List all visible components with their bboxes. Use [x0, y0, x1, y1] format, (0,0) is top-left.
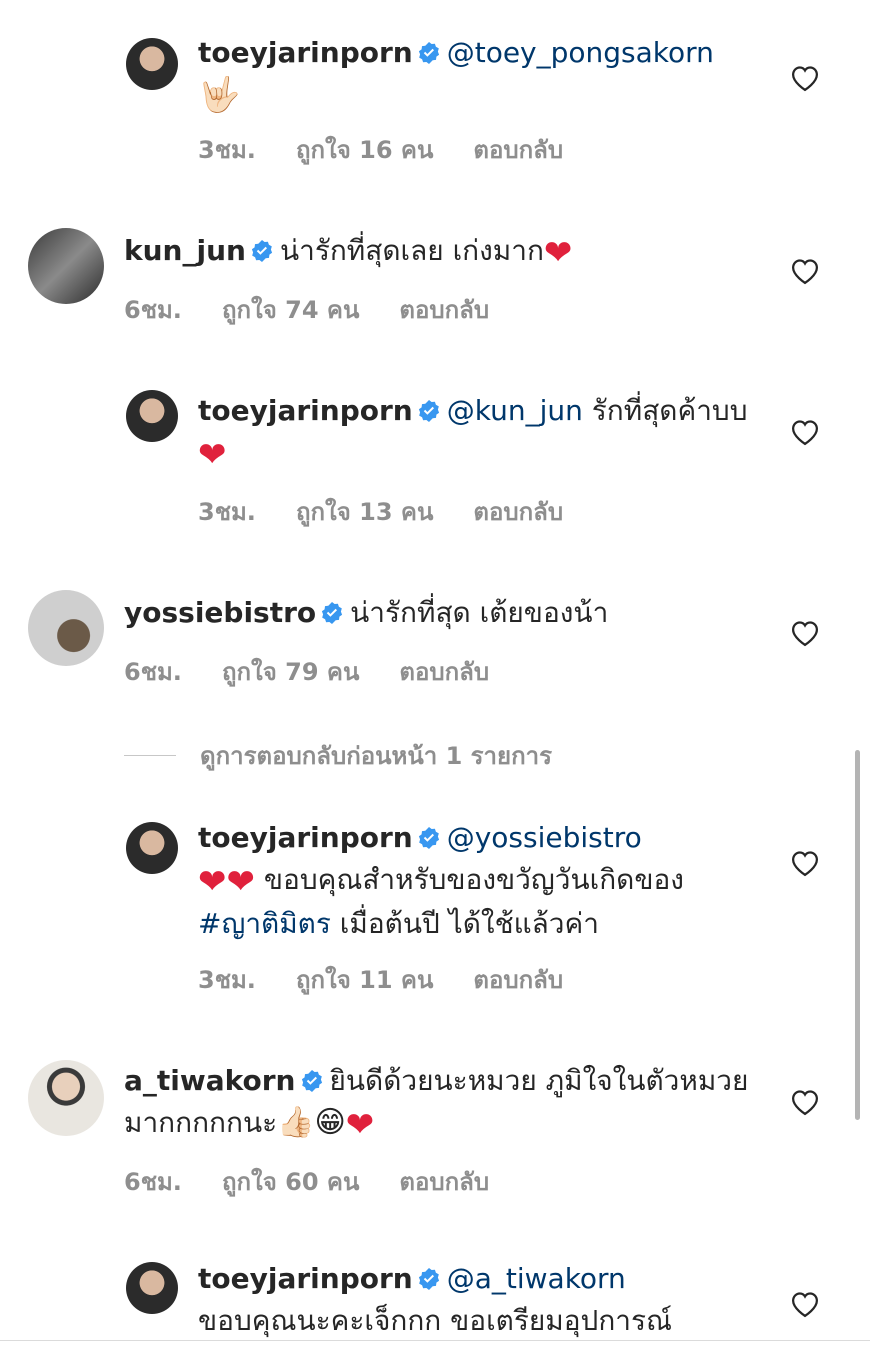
timestamp: 6ชม.: [124, 296, 182, 324]
reply-button[interactable]: ตอบกลับ: [473, 966, 563, 994]
bottom-divider: [0, 1340, 870, 1341]
avatar[interactable]: [28, 1060, 104, 1136]
verified-badge-icon: [250, 239, 274, 263]
verified-badge-icon: [320, 601, 344, 625]
mention-link[interactable]: @a_tiwakorn: [447, 1262, 626, 1295]
like-heart-icon[interactable]: [790, 849, 820, 877]
username[interactable]: toeyjarinporn: [198, 36, 413, 69]
username[interactable]: toeyjarinporn: [198, 1262, 413, 1295]
comment-text: ขอบคุณสำหรับของขวัญวันเกิดของ: [254, 863, 684, 896]
view-previous-replies[interactable]: ดูการตอบกลับก่อนหน้า 1 รายการ: [124, 736, 552, 775]
avatar[interactable]: [126, 38, 178, 90]
comment-meta: 3ชม. ถูกใจ 13 คน ตอบกลับ: [198, 492, 603, 531]
timestamp: 3ชม.: [198, 966, 256, 994]
view-previous-label: ดูการตอบกลับก่อนหน้า 1 รายการ: [200, 742, 552, 770]
comment-meta: 3ชม. ถูกใจ 11 คน ตอบกลับ: [198, 960, 603, 999]
comment-text-end: เมื่อต้นปี ได้ใช้แล้วค่า: [330, 907, 599, 940]
timestamp: 3ชม.: [198, 136, 256, 164]
red-heart-emoji: ❤: [198, 435, 227, 475]
scrollbar[interactable]: [855, 750, 860, 1120]
red-heart-emoji: ❤: [543, 233, 573, 273]
like-heart-icon[interactable]: [790, 1088, 820, 1116]
likes-count[interactable]: ถูกใจ 13 คน: [296, 498, 433, 526]
reply-button[interactable]: ตอบกลับ: [399, 296, 489, 324]
avatar[interactable]: [126, 822, 178, 874]
likes-count[interactable]: ถูกใจ 60 คน: [222, 1168, 359, 1196]
avatar[interactable]: [28, 228, 104, 304]
username[interactable]: toeyjarinporn: [198, 394, 413, 427]
timestamp: 3ชม.: [198, 498, 256, 526]
red-heart-emoji: ❤: [345, 1105, 375, 1145]
like-heart-icon[interactable]: [790, 418, 820, 446]
timestamp: 6ชม.: [124, 1168, 182, 1196]
likes-count[interactable]: ถูกใจ 11 คน: [296, 966, 433, 994]
verified-badge-icon: [417, 41, 441, 65]
likes-count[interactable]: ถูกใจ 16 คน: [296, 136, 433, 164]
comment-text: น่ารักที่สุด เต้ยของน้า: [350, 596, 609, 629]
comment-text: ขอบคุณนะคะเจ็กกก ขอเตรียมอุปการณ์: [198, 1304, 673, 1337]
username[interactable]: toeyjarinporn: [198, 821, 413, 854]
thumbs-grin-emoji: 👍🏻😁: [277, 1105, 346, 1140]
like-heart-icon[interactable]: [790, 1290, 820, 1318]
mention-link[interactable]: @toey_pongsakorn: [447, 36, 714, 69]
hashtag-link[interactable]: #ญาติมิตร: [198, 907, 331, 940]
verified-badge-icon: [300, 1069, 324, 1093]
reply-button[interactable]: ตอบกลับ: [473, 136, 563, 164]
like-heart-icon[interactable]: [790, 64, 820, 92]
likes-count[interactable]: ถูกใจ 79 คน: [222, 658, 359, 686]
avatar[interactable]: [126, 390, 178, 442]
reply-button[interactable]: ตอบกลับ: [399, 658, 489, 686]
username[interactable]: yossiebistro: [124, 596, 316, 629]
like-heart-icon[interactable]: [790, 619, 820, 647]
username[interactable]: kun_jun: [124, 234, 246, 267]
mention-link[interactable]: @yossiebistro: [447, 821, 642, 854]
comment-meta: 3ชม. ถูกใจ 16 คน ตอบกลับ: [198, 130, 603, 169]
red-heart-emoji: ❤❤: [198, 862, 255, 902]
timestamp: 6ชม.: [124, 658, 182, 686]
username[interactable]: a_tiwakorn: [124, 1064, 296, 1097]
comment-meta: 6ชม. ถูกใจ 79 คน ตอบกลับ: [124, 652, 529, 691]
avatar[interactable]: [28, 590, 104, 666]
like-heart-icon[interactable]: [790, 257, 820, 285]
verified-badge-icon: [417, 1267, 441, 1291]
comment-meta: 6ชม. ถูกใจ 60 คน ตอบกลับ: [124, 1162, 529, 1201]
comment-meta: 6ชม. ถูกใจ 74 คน ตอบกลับ: [124, 290, 529, 329]
hand-emoji: 🤟🏻: [198, 75, 241, 115]
divider-line: [124, 755, 176, 756]
likes-count[interactable]: ถูกใจ 74 คน: [222, 296, 359, 324]
reply-button[interactable]: ตอบกลับ: [399, 1168, 489, 1196]
reply-button[interactable]: ตอบกลับ: [473, 498, 563, 526]
comment-text: รักที่สุดค้าบบ: [582, 394, 748, 427]
verified-badge-icon: [417, 399, 441, 423]
mention-link[interactable]: @kun_jun: [447, 394, 583, 427]
comment-text: น่ารักที่สุดเลย เก่งมาก: [279, 234, 544, 267]
verified-badge-icon: [417, 826, 441, 850]
avatar[interactable]: [126, 1262, 178, 1314]
